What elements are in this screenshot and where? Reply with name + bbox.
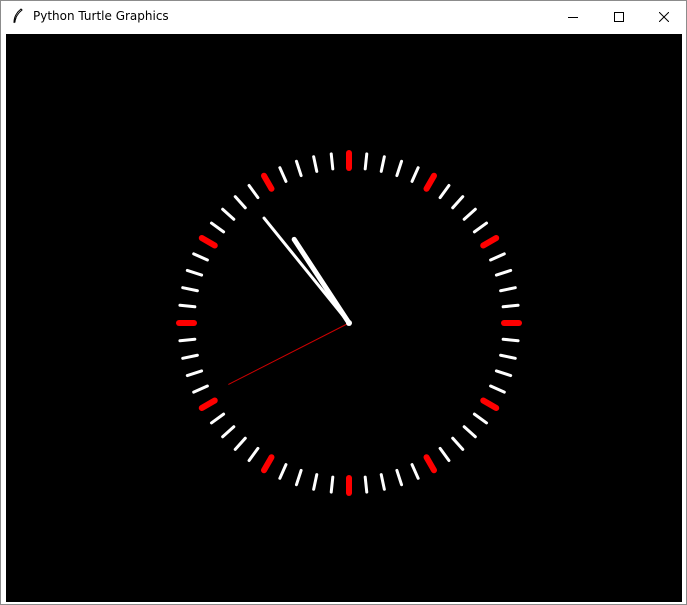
turtle-graphics-window: Python Turtle Graphics <box>0 0 687 605</box>
minute-tick <box>395 159 404 178</box>
hour-marker <box>423 454 437 474</box>
minute-tick <box>472 412 489 425</box>
minute-tick <box>462 207 477 221</box>
second-hand <box>228 322 350 385</box>
minute-tick <box>178 337 197 343</box>
minute-tick <box>379 473 386 491</box>
maximize-button[interactable] <box>596 1 642 32</box>
minute-tick <box>209 221 226 234</box>
turtle-canvas <box>6 34 682 602</box>
minute-tick <box>185 268 204 277</box>
hour-hand <box>291 236 352 326</box>
minute-tick <box>363 475 369 494</box>
minute-tick <box>192 384 209 394</box>
hour-marker <box>198 235 218 249</box>
minute-tick <box>178 303 197 309</box>
hour-marker <box>480 397 500 411</box>
minute-tick <box>501 303 520 309</box>
minute-tick <box>501 337 520 343</box>
minimize-icon <box>568 16 578 18</box>
window-title: Python Turtle Graphics <box>33 9 169 23</box>
hour-marker <box>423 172 437 192</box>
hour-marker <box>480 235 500 249</box>
minute-tick <box>278 166 288 183</box>
minute-tick <box>221 207 236 221</box>
minute-tick <box>278 463 288 480</box>
minute-tick <box>379 155 386 173</box>
minute-tick <box>499 353 517 360</box>
feather-icon <box>13 8 23 24</box>
minute-tick <box>451 195 465 210</box>
minute-tick <box>233 195 247 210</box>
minute-tick <box>312 155 319 173</box>
minute-tick <box>294 159 303 178</box>
hour-marker <box>261 454 275 474</box>
minute-tick <box>438 446 451 463</box>
minute-tick <box>294 468 303 487</box>
hour-marker <box>261 172 275 192</box>
minute-tick <box>233 436 247 451</box>
minute-tick <box>489 252 506 262</box>
minute-tick <box>209 412 226 425</box>
minute-tick <box>329 475 335 494</box>
minute-tick <box>312 473 319 491</box>
minute-tick <box>221 425 236 439</box>
minute-tick <box>494 268 513 277</box>
minute-tick <box>247 183 260 200</box>
minute-tick <box>410 463 420 480</box>
center-pin <box>346 320 352 326</box>
minute-tick <box>462 425 477 439</box>
minute-tick <box>363 152 369 171</box>
minute-tick <box>472 221 489 234</box>
minute-tick <box>329 152 335 171</box>
minute-tick <box>494 369 513 378</box>
maximize-icon <box>614 11 624 22</box>
minute-tick <box>451 436 465 451</box>
close-button[interactable] <box>641 1 687 32</box>
minute-tick <box>489 384 506 394</box>
hour-marker <box>198 397 218 411</box>
minute-tick <box>181 353 199 360</box>
minute-tick <box>192 252 209 262</box>
minute-tick <box>247 446 260 463</box>
minute-tick <box>499 286 517 293</box>
minute-tick <box>438 183 451 200</box>
clock-face <box>176 150 522 496</box>
minute-tick <box>410 166 420 183</box>
close-icon <box>659 11 669 22</box>
minimize-button[interactable] <box>550 1 596 32</box>
minute-tick <box>181 286 199 293</box>
minute-tick <box>395 468 404 487</box>
title-bar[interactable]: Python Turtle Graphics <box>1 1 686 32</box>
minute-tick <box>185 369 204 378</box>
